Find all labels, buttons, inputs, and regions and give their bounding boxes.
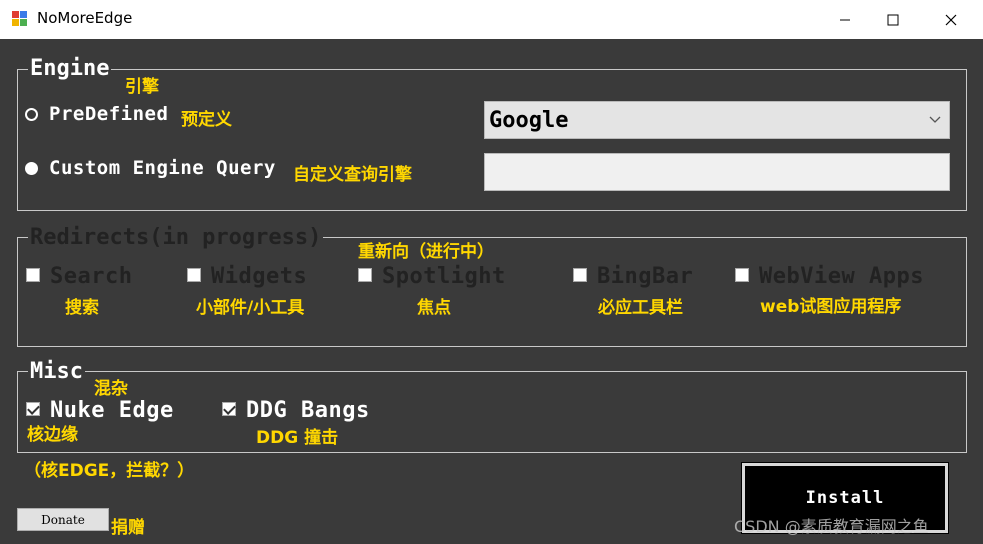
ddg-bangs-label: DDG Bangs: [246, 398, 370, 423]
custom-engine-label: Custom Engine Query: [49, 157, 276, 179]
bingbar-checkbox[interactable]: [573, 268, 587, 282]
spotlight-label: Spotlight: [382, 264, 506, 289]
watermark: CSDN @素质教育漏网之鱼: [734, 517, 929, 536]
close-button[interactable]: [928, 0, 974, 39]
search-checkbox[interactable]: [26, 268, 40, 282]
minimize-icon: [840, 19, 850, 20]
search-label: Search: [50, 264, 133, 289]
webview-apps-label: WebView Apps: [759, 264, 924, 289]
nuke-edge-checkbox[interactable]: [26, 402, 40, 416]
title-bar: NoMoreEdge: [0, 0, 983, 39]
engine-select[interactable]: Google: [484, 101, 950, 139]
window-title: NoMoreEdge: [37, 9, 133, 27]
chevron-down-icon: [929, 116, 941, 123]
webview-apps-checkbox[interactable]: [735, 268, 749, 282]
maximize-icon: [887, 14, 899, 25]
donate-button[interactable]: Donate: [17, 508, 109, 531]
predefined-radio-icon[interactable]: [25, 107, 38, 121]
predefined-radio[interactable]: PreDefined: [25, 103, 168, 125]
custom-engine-note: 自定义查询引擎: [293, 165, 412, 185]
app-icon: [12, 11, 28, 27]
search-note: 搜索: [65, 298, 99, 318]
nuke-edge-note: 核边缘: [27, 425, 78, 445]
maximize-button[interactable]: [870, 0, 916, 39]
redirects-legend-note: 重新向（进行中）: [358, 242, 494, 262]
webview-apps-note: web试图应用程序: [760, 297, 902, 317]
engine-legend: Engine: [28, 56, 112, 81]
widgets-note: 小部件/小工具: [196, 298, 305, 318]
close-icon: [945, 14, 957, 25]
minimize-button[interactable]: [822, 0, 868, 39]
spotlight-checkbox[interactable]: [358, 268, 372, 282]
ddg-bangs-note: DDG 撞击: [256, 428, 339, 448]
bingbar-label: BingBar: [597, 264, 694, 289]
custom-engine-radio[interactable]: Custom Engine Query: [25, 157, 276, 179]
engine-select-value: Google: [489, 108, 569, 133]
ddg-bangs-checkbox[interactable]: [222, 402, 236, 416]
engine-legend-note: 引擎: [125, 77, 159, 97]
custom-query-input[interactable]: [484, 153, 950, 191]
predefined-label: PreDefined: [49, 103, 169, 125]
misc-legend-note: 混杂: [94, 379, 128, 399]
bingbar-note: 必应工具栏: [598, 298, 683, 318]
misc-legend: Misc: [28, 359, 85, 384]
predefined-note: 预定义: [181, 110, 232, 130]
spotlight-note: 焦点: [417, 298, 451, 318]
custom-engine-radio-icon[interactable]: [25, 161, 38, 175]
redirects-legend: Redirects(in progress): [28, 225, 324, 250]
widgets-label: Widgets: [211, 264, 308, 289]
donate-note: 捐赠: [111, 518, 145, 538]
misc-footnote: （核EDGE，拦截？）: [24, 461, 195, 481]
widgets-checkbox[interactable]: [187, 268, 201, 282]
